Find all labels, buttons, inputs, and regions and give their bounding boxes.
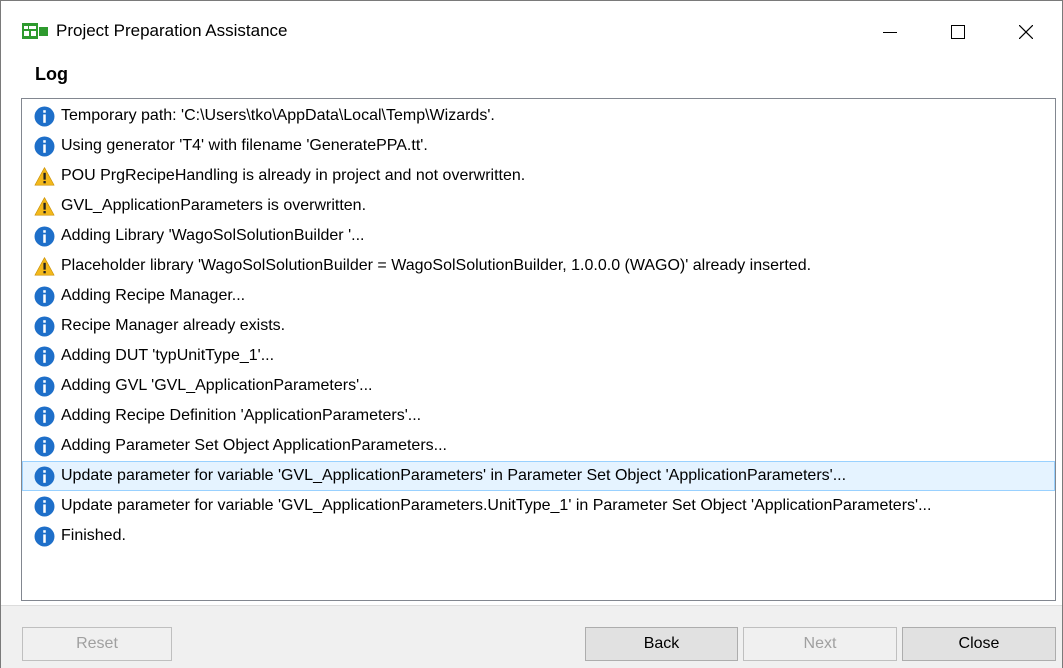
close-icon (1019, 25, 1033, 39)
log-entry-text: Adding Library 'WagoSolSolutionBuilder '… (61, 227, 365, 244)
log-listbox[interactable]: Temporary path: 'C:\Users\tko\AppData\Lo… (21, 98, 1056, 601)
log-entry[interactable]: Adding GVL 'GVL_ApplicationParameters'..… (22, 371, 1055, 401)
reset-button[interactable]: Reset (22, 627, 172, 661)
minimize-button[interactable] (867, 15, 913, 49)
log-entry-text: Adding DUT 'typUnitType_1'... (61, 347, 275, 364)
log-entry-text: Adding GVL 'GVL_ApplicationParameters'..… (61, 377, 373, 394)
dialog-window: Project Preparation Assistance Log Tempo… (0, 0, 1063, 668)
log-entry[interactable]: Adding Library 'WagoSolSolutionBuilder '… (22, 221, 1055, 251)
maximize-button[interactable] (935, 15, 981, 49)
log-heading: Log (35, 64, 68, 84)
info-icon (34, 226, 55, 246)
maximize-icon (951, 25, 965, 39)
title-bar[interactable]: Project Preparation Assistance (1, 1, 1062, 59)
info-icon (34, 286, 55, 306)
warning-icon (34, 256, 55, 276)
info-icon (34, 136, 55, 156)
log-entry[interactable]: GVL_ApplicationParameters is overwritten… (22, 191, 1055, 221)
log-entry-text: GVL_ApplicationParameters is overwritten… (61, 197, 367, 214)
info-icon (34, 106, 55, 126)
info-icon (34, 406, 55, 426)
log-entry-text: Finished. (61, 527, 126, 544)
log-list: Temporary path: 'C:\Users\tko\AppData\Lo… (22, 99, 1055, 551)
log-entry-text: Update parameter for variable 'GVL_Appli… (61, 497, 932, 514)
info-icon (34, 466, 55, 486)
log-entry-text: Using generator 'T4' with filename 'Gene… (61, 137, 428, 154)
log-entry[interactable]: Placeholder library 'WagoSolSolutionBuil… (22, 251, 1055, 281)
info-icon (34, 346, 55, 366)
info-icon (34, 436, 55, 456)
app-icon (22, 23, 48, 39)
close-window-button[interactable] (1003, 15, 1049, 49)
log-entry-text: Adding Recipe Manager... (61, 287, 246, 304)
log-entry[interactable]: POU PrgRecipeHandling is already in proj… (22, 161, 1055, 191)
close-button[interactable]: Close (902, 627, 1056, 661)
warning-icon (34, 166, 55, 186)
log-entry-text: Placeholder library 'WagoSolSolutionBuil… (61, 257, 812, 274)
log-entry[interactable]: Temporary path: 'C:\Users\tko\AppData\Lo… (22, 101, 1055, 131)
log-entry[interactable]: Update parameter for variable 'GVL_Appli… (22, 491, 1055, 521)
info-icon (34, 526, 55, 546)
log-entry-text: POU PrgRecipeHandling is already in proj… (61, 167, 526, 184)
log-entry[interactable]: Recipe Manager already exists. (22, 311, 1055, 341)
info-icon (34, 376, 55, 396)
window-title: Project Preparation Assistance (56, 21, 288, 40)
log-entry[interactable]: Adding Recipe Manager... (22, 281, 1055, 311)
log-entry[interactable]: Update parameter for variable 'GVL_Appli… (22, 461, 1055, 491)
log-entry[interactable]: Adding DUT 'typUnitType_1'... (22, 341, 1055, 371)
log-entry-text: Temporary path: 'C:\Users\tko\AppData\Lo… (61, 107, 495, 124)
warning-icon (34, 196, 55, 216)
log-entry[interactable]: Using generator 'T4' with filename 'Gene… (22, 131, 1055, 161)
info-icon (34, 496, 55, 516)
minimize-icon (883, 32, 897, 33)
button-bar: Reset Back Next Close (1, 605, 1062, 668)
next-button[interactable]: Next (743, 627, 897, 661)
log-entry-text: Adding Recipe Definition 'ApplicationPar… (61, 407, 422, 424)
log-entry[interactable]: Finished. (22, 521, 1055, 551)
log-entry-text: Update parameter for variable 'GVL_Appli… (61, 467, 847, 484)
back-button[interactable]: Back (585, 627, 738, 661)
content-area: Log Temporary path: 'C:\Users\tko\AppDat… (1, 59, 1062, 605)
log-entry[interactable]: Adding Parameter Set Object ApplicationP… (22, 431, 1055, 461)
info-icon (34, 316, 55, 336)
log-entry[interactable]: Adding Recipe Definition 'ApplicationPar… (22, 401, 1055, 431)
log-entry-text: Adding Parameter Set Object ApplicationP… (61, 437, 447, 454)
log-entry-text: Recipe Manager already exists. (61, 317, 286, 334)
